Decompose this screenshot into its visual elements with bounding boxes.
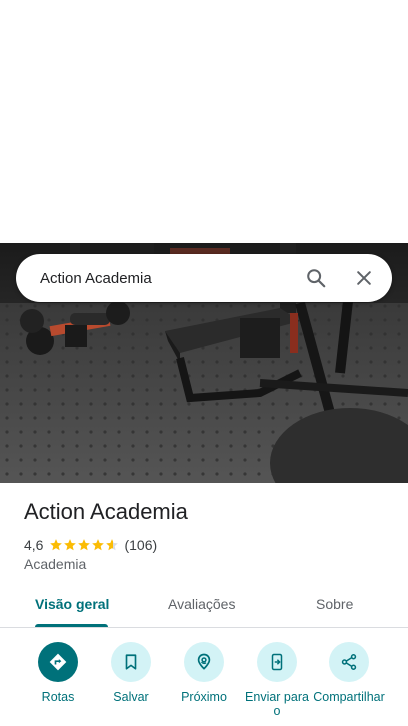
tab-overview[interactable]: Visão geral bbox=[35, 596, 109, 612]
save-label: Salvar bbox=[113, 690, 149, 704]
directions-icon-circle bbox=[38, 642, 78, 682]
send-to-phone-label: Enviar para o bbox=[245, 690, 309, 718]
share-button[interactable]: Compartilhar bbox=[313, 642, 385, 704]
active-tab-indicator bbox=[35, 624, 108, 627]
star-icon bbox=[78, 539, 91, 551]
tab-about[interactable]: Sobre bbox=[316, 596, 353, 612]
save-button[interactable]: Salvar bbox=[95, 642, 167, 704]
rating-row[interactable]: 4,6 (106) bbox=[24, 536, 157, 554]
send-to-phone-button[interactable]: Enviar para o bbox=[241, 642, 313, 718]
star-icon bbox=[92, 539, 105, 551]
send-to-phone-icon bbox=[271, 653, 283, 671]
nearby-icon bbox=[197, 653, 211, 670]
search-button[interactable] bbox=[292, 254, 340, 302]
tab-bar: Visão geral Avaliações Sobre bbox=[0, 584, 408, 628]
star-icon bbox=[50, 539, 63, 551]
search-input[interactable]: Action Academia bbox=[16, 270, 292, 287]
place-page: Action Academia Action Academia 4,6 (106… bbox=[0, 0, 408, 726]
rating-value: 4,6 bbox=[24, 537, 44, 553]
clear-button[interactable] bbox=[340, 254, 388, 302]
close-icon bbox=[357, 271, 371, 285]
directions-icon bbox=[49, 653, 67, 671]
send-icon-circle bbox=[257, 642, 297, 682]
place-category[interactable]: Academia bbox=[24, 556, 86, 572]
nearby-button[interactable]: Próximo bbox=[168, 642, 240, 704]
tab-reviews[interactable]: Avaliações bbox=[168, 596, 235, 612]
nearby-label: Próximo bbox=[181, 690, 227, 704]
place-title: Action Academia bbox=[24, 499, 188, 524]
bookmark-icon bbox=[125, 654, 137, 670]
star-icon bbox=[64, 539, 77, 551]
share-icon bbox=[341, 654, 357, 670]
rating-stars bbox=[49, 538, 119, 552]
share-icon-circle bbox=[329, 642, 369, 682]
share-label: Compartilhar bbox=[313, 690, 385, 704]
search-icon bbox=[307, 269, 326, 288]
directions-button[interactable]: Rotas bbox=[22, 642, 94, 704]
directions-label: Rotas bbox=[41, 690, 75, 704]
review-count: (106) bbox=[124, 537, 158, 553]
save-icon-circle bbox=[111, 642, 151, 682]
search-box[interactable]: Action Academia bbox=[16, 254, 392, 302]
star-icon bbox=[106, 539, 119, 551]
nearby-icon-circle bbox=[184, 642, 224, 682]
